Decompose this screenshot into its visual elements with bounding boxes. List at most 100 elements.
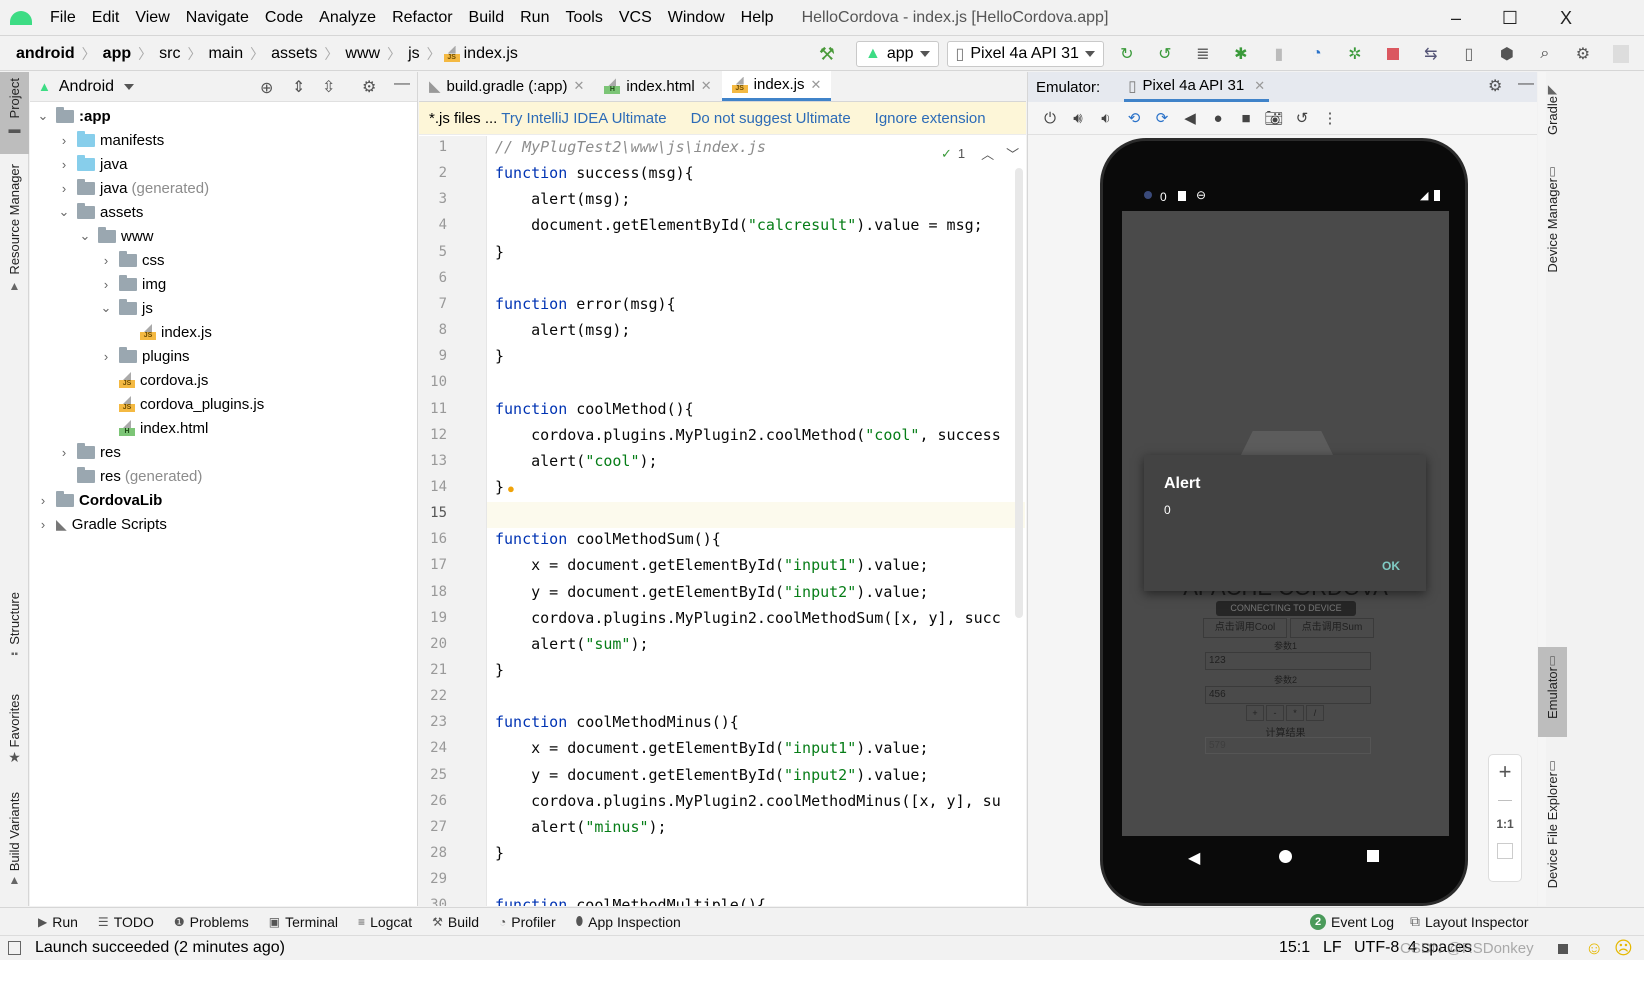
breadcrumb-item[interactable]: android bbox=[12, 45, 79, 63]
inspection-widget[interactable]: ✓ 1 ︿ ﹀ bbox=[941, 144, 1019, 163]
device-manager-tool-tab[interactable]: ▯ Device Manager bbox=[1538, 164, 1567, 284]
user-avatar-icon[interactable] bbox=[1610, 43, 1632, 65]
build-variants-tool-tab[interactable]: Build Variants ▲ bbox=[0, 792, 29, 902]
nav-home-icon[interactable] bbox=[1279, 850, 1292, 863]
feedback-frown-icon[interactable]: ☹ bbox=[1614, 938, 1633, 959]
bottom-tool-app-inspection[interactable]: ⬮ App Inspection bbox=[566, 914, 691, 930]
menu-vcs[interactable]: VCS bbox=[611, 9, 660, 27]
attach-debugger-icon[interactable]: ✲ bbox=[1344, 43, 1366, 65]
favorites-tool-tab[interactable]: Favorites ★ bbox=[0, 694, 29, 774]
tree-item[interactable]: › CordovaLib bbox=[36, 488, 162, 512]
menu-code[interactable]: Code bbox=[257, 9, 311, 27]
structure-tool-tab[interactable]: Structure ▪▪ bbox=[0, 592, 29, 672]
next-highlight-icon[interactable]: ﹀ bbox=[1006, 144, 1019, 163]
editor-tab[interactable]: index.html ✕ bbox=[594, 71, 721, 101]
close-window-button[interactable]: X bbox=[1540, 0, 1592, 36]
device-dropdown[interactable]: ▯ Pixel 4a API 31 bbox=[946, 41, 1104, 67]
bottom-tool-logcat[interactable]: ≡ Logcat bbox=[348, 914, 422, 930]
menu-help[interactable]: Help bbox=[733, 9, 782, 27]
project-tool-tab[interactable]: Project ▬ bbox=[0, 72, 29, 154]
close-tab-icon[interactable]: ✕ bbox=[1254, 78, 1265, 94]
volume-up-icon[interactable]: 🔊︎ bbox=[1064, 110, 1092, 127]
run-list-icon[interactable]: ≣ bbox=[1192, 43, 1214, 65]
apply-code-changes-icon[interactable]: ↺ bbox=[1154, 43, 1176, 65]
alert-ok-button[interactable]: OK bbox=[1382, 559, 1400, 573]
gear-icon[interactable]: ⚙ bbox=[362, 77, 376, 97]
tree-item[interactable]: › ◣ Gradle Scripts bbox=[36, 512, 167, 536]
tree-item[interactable]: › css bbox=[99, 248, 165, 272]
phone-screen[interactable]: APACHE CORDOVA CONNECTING TO DEVICE 点击调用… bbox=[1122, 211, 1449, 836]
volume-down-icon[interactable]: 🔉︎ bbox=[1092, 110, 1120, 127]
line-separator[interactable]: LF bbox=[1323, 939, 1342, 957]
breadcrumb-item[interactable]: index.js bbox=[460, 45, 522, 63]
operator-button[interactable]: / bbox=[1306, 705, 1324, 721]
editor-tab[interactable]: index.js ✕ bbox=[721, 71, 832, 101]
screenshot-camera-icon[interactable]: 📷︎ bbox=[1260, 109, 1288, 127]
emulator-tool-tab[interactable]: ▯ Emulator bbox=[1538, 647, 1567, 737]
layout-inspector-tool-tab[interactable]: ⧉ Layout Inspector bbox=[1400, 913, 1539, 930]
zoom-actual-button[interactable]: 1:1 bbox=[1489, 817, 1521, 831]
chevron-right-icon[interactable]: › bbox=[57, 157, 71, 172]
chevron-right-icon[interactable]: › bbox=[99, 277, 113, 292]
chevron-right-icon[interactable]: › bbox=[57, 133, 71, 148]
breadcrumb-item[interactable]: app bbox=[99, 45, 135, 63]
toggle-tool-windows-icon[interactable] bbox=[8, 941, 21, 955]
chevron-down-icon[interactable]: ⌄ bbox=[78, 228, 92, 244]
event-log-tool-tab[interactable]: 2 Event Log bbox=[1300, 913, 1404, 930]
hide-panel-icon[interactable]: — bbox=[394, 75, 410, 93]
chevron-right-icon[interactable]: › bbox=[36, 493, 50, 508]
more-options-icon[interactable]: ⋮ bbox=[1316, 109, 1344, 127]
chevron-right-icon[interactable]: › bbox=[99, 349, 113, 364]
menu-build[interactable]: Build bbox=[461, 9, 513, 27]
breadcrumb-item[interactable]: src bbox=[155, 45, 184, 63]
intention-bulb-icon[interactable]: ● bbox=[507, 481, 515, 496]
menu-tools[interactable]: Tools bbox=[557, 9, 610, 27]
chevron-right-icon[interactable]: › bbox=[99, 253, 113, 268]
resource-manager-tool-tab[interactable]: Resource Manager ▲ bbox=[0, 164, 29, 304]
power-icon[interactable]: ⏻ bbox=[1036, 110, 1064, 127]
editor-tab[interactable]: ◣ build.gradle (:app) ✕ bbox=[419, 71, 594, 101]
zoom-in-button[interactable]: + bbox=[1489, 759, 1521, 785]
chevron-right-icon[interactable]: › bbox=[57, 445, 71, 460]
operator-button[interactable]: * bbox=[1286, 705, 1304, 721]
overview-icon[interactable]: ■ bbox=[1232, 110, 1260, 127]
menu-analyze[interactable]: Analyze bbox=[311, 9, 384, 27]
do-not-suggest-link[interactable]: Do not suggest Ultimate bbox=[691, 110, 851, 127]
rotate-right-icon[interactable]: ⟳ bbox=[1148, 109, 1176, 127]
close-tab-icon[interactable]: ✕ bbox=[701, 78, 712, 94]
try-ultimate-link[interactable]: Try IntelliJ IDEA Ultimate bbox=[501, 110, 666, 127]
maximize-button[interactable]: ☐ bbox=[1484, 0, 1536, 36]
gradle-tool-tab[interactable]: ◣ Gradle bbox=[1538, 82, 1567, 146]
tree-item[interactable]: › res bbox=[57, 440, 121, 464]
make-project-hammer-icon[interactable]: ⚒ bbox=[816, 43, 838, 65]
device-file-explorer-tool-tab[interactable]: ▯ Device File Explorer bbox=[1538, 758, 1567, 898]
chevron-right-icon[interactable]: › bbox=[36, 517, 50, 532]
locate-file-icon[interactable]: ⊕ bbox=[260, 78, 273, 98]
tree-item[interactable]: › img bbox=[99, 272, 166, 296]
menu-window[interactable]: Window bbox=[660, 9, 733, 27]
tree-item[interactable]: › java bbox=[57, 152, 128, 176]
chevron-down-icon[interactable]: ⌄ bbox=[36, 108, 50, 124]
tree-item[interactable]: res (generated) bbox=[57, 464, 202, 488]
profiler-icon[interactable]: ◔ bbox=[1306, 43, 1328, 65]
menu-refactor[interactable]: Refactor bbox=[384, 9, 460, 27]
zoom-out-button[interactable]: — bbox=[1489, 791, 1521, 807]
menu-file[interactable]: File bbox=[42, 9, 84, 27]
operator-button[interactable]: + bbox=[1246, 705, 1264, 721]
tree-item[interactable]: ⌄ assets bbox=[57, 200, 143, 224]
bottom-tool-terminal[interactable]: ▣ Terminal bbox=[259, 914, 348, 930]
call-cool-button[interactable]: 点击调用Cool bbox=[1203, 618, 1287, 638]
file-encoding[interactable]: UTF-8 bbox=[1354, 939, 1399, 957]
gear-icon[interactable]: ⚙ bbox=[1488, 76, 1502, 96]
run-config-dropdown[interactable]: ▲ app bbox=[856, 41, 939, 67]
param1-input[interactable]: 123 bbox=[1205, 652, 1371, 670]
sync-gradle-icon[interactable]: ⇆ bbox=[1420, 43, 1442, 65]
minimize-button[interactable]: – bbox=[1430, 0, 1482, 36]
nav-back-icon[interactable]: ◀ bbox=[1188, 848, 1200, 868]
home-icon[interactable]: ● bbox=[1204, 110, 1232, 127]
menu-view[interactable]: View bbox=[127, 9, 177, 27]
close-tab-icon[interactable]: ✕ bbox=[811, 77, 822, 93]
coverage-icon[interactable]: ▮ bbox=[1268, 43, 1290, 65]
tree-item[interactable]: index.html bbox=[99, 416, 208, 440]
chevron-down-icon[interactable] bbox=[124, 83, 135, 90]
